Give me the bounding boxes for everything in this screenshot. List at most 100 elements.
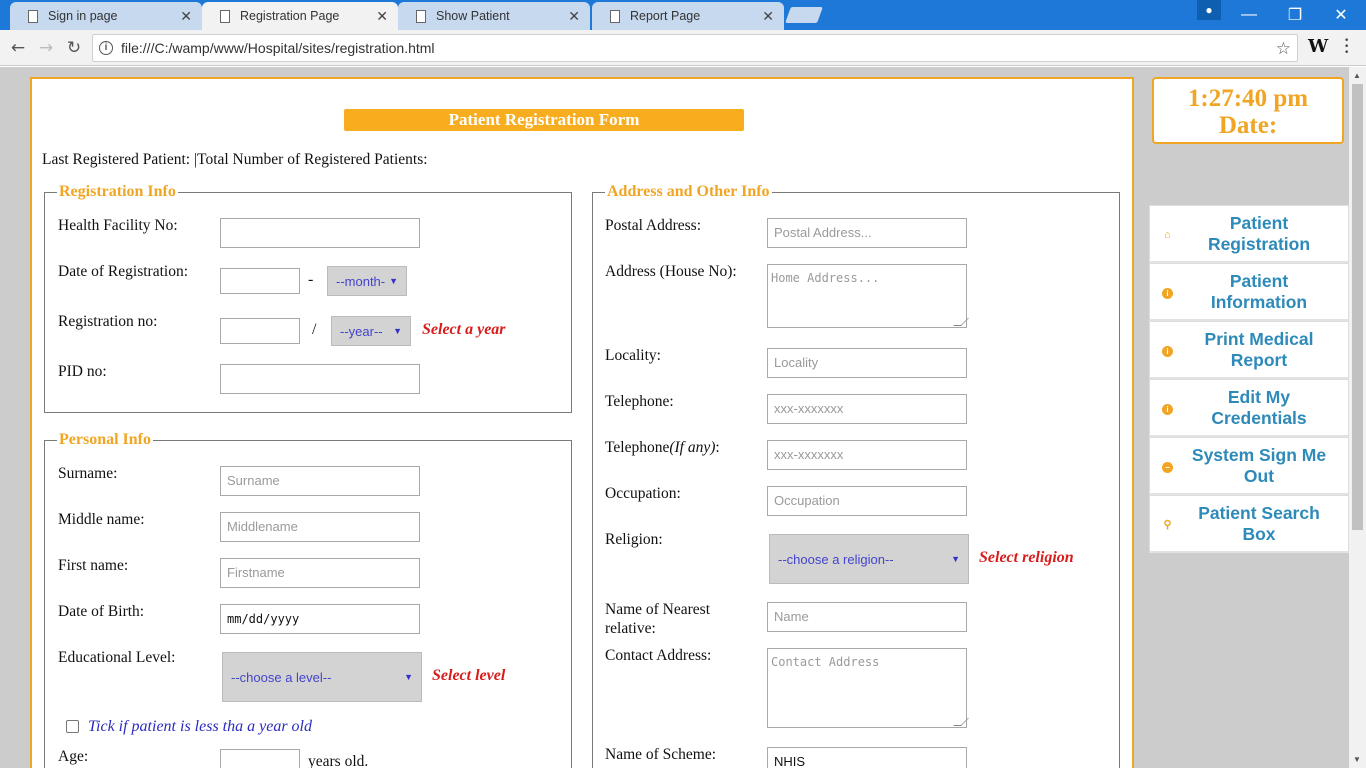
tab-title: Sign in page: [48, 9, 118, 23]
telephone-input[interactable]: xxx-xxxxxxx: [767, 394, 967, 424]
menu-item-label: System Sign Me Out: [1191, 444, 1327, 486]
address-bar[interactable]: i file:///C:/wamp/www/Hospital/sites/reg…: [92, 34, 1298, 62]
address-info-legend: Address and Other Info: [607, 183, 770, 200]
year-warning: Select a year: [422, 321, 506, 338]
education-select[interactable]: --choose a level-- ▼: [222, 652, 422, 702]
infant-checkbox[interactable]: [66, 720, 79, 733]
registration-day-input[interactable]: [220, 268, 300, 294]
menu-edit-credentials[interactable]: i Edit My Credentials: [1149, 379, 1349, 437]
close-icon[interactable]: ✕: [568, 8, 580, 25]
contact-address-textarea[interactable]: Contact Address: [767, 648, 969, 728]
registration-no-input[interactable]: [220, 318, 300, 344]
menu-print-medical-report[interactable]: i Print Medical Report: [1149, 321, 1349, 379]
page-icon: [28, 9, 38, 23]
date-of-registration-label: Date of Registration:: [58, 263, 188, 280]
vertical-scrollbar[interactable]: ▲ ▼: [1349, 67, 1366, 768]
menu-item-label: Patient Search Box: [1198, 502, 1320, 544]
locality-label: Locality:: [605, 347, 661, 364]
window-close-icon[interactable]: ✕: [1318, 0, 1364, 30]
menu-item-label: Patient Information: [1210, 270, 1308, 312]
resize-grip-icon[interactable]: [953, 718, 969, 726]
menu-patient-search[interactable]: ⚲ Patient Search Box: [1149, 495, 1349, 553]
minimize-icon[interactable]: —: [1226, 0, 1272, 30]
tab-registration[interactable]: Registration Page ✕: [202, 2, 398, 30]
tab-title: Report Page: [630, 9, 701, 23]
nearest-relative-input[interactable]: Name: [767, 602, 967, 632]
menu-patient-registration[interactable]: ⌂ Patient Registration: [1149, 205, 1349, 263]
user-profile-icon[interactable]: ●: [1197, 0, 1221, 20]
close-icon[interactable]: ✕: [180, 8, 192, 25]
menu-sign-out[interactable]: − System Sign Me Out: [1149, 437, 1349, 495]
telephone2-input[interactable]: xxx-xxxxxxx: [767, 440, 967, 470]
home-icon: ⌂: [1164, 229, 1171, 241]
scrollbar-thumb[interactable]: [1352, 84, 1363, 530]
menu-item-label: Print Medical Report: [1204, 328, 1314, 370]
nearest-relative-label: Name of Nearest relative:: [605, 601, 711, 637]
scroll-up-icon[interactable]: ▲: [1353, 71, 1361, 80]
health-facility-input[interactable]: [220, 218, 420, 248]
religion-warning: Select religion: [979, 549, 1074, 566]
tab-show-patient[interactable]: Show Patient ✕: [398, 2, 590, 30]
close-icon[interactable]: ✕: [376, 8, 388, 25]
registration-stats: Last Registered Patient: |Total Number o…: [42, 151, 428, 168]
registration-info-legend: Registration Info: [59, 183, 176, 200]
browser-toolbar: ← → ↻ i file:///C:/wamp/www/Hospital/sit…: [0, 30, 1366, 66]
info-icon[interactable]: i: [99, 41, 113, 55]
education-select-value: --choose a level--: [231, 669, 332, 685]
url-text: file:///C:/wamp/www/Hospital/sites/regis…: [121, 40, 435, 56]
resize-grip-icon[interactable]: [953, 318, 969, 326]
bookmark-star-icon[interactable]: ☆: [1276, 36, 1291, 62]
religion-select[interactable]: --choose a religion-- ▼: [769, 534, 969, 584]
age-input[interactable]: [220, 749, 300, 768]
telephone2-label-colon: :: [715, 439, 720, 456]
restore-icon[interactable]: ❐: [1272, 0, 1318, 30]
surname-label: Surname:: [58, 465, 118, 482]
contact-address-placeholder: Contact Address: [771, 655, 880, 669]
tab-sign-in[interactable]: Sign in page ✕: [10, 2, 202, 30]
middle-name-input[interactable]: Middlename: [220, 512, 420, 542]
page-icon: [220, 9, 230, 23]
date-separator: -: [308, 271, 314, 288]
month-select-value: --month-: [336, 273, 386, 289]
surname-input[interactable]: Surname: [220, 466, 420, 496]
new-tab-button[interactable]: [785, 7, 823, 23]
telephone-label: Telephone:: [605, 393, 674, 410]
pid-label: PID no:: [58, 363, 107, 380]
browser-tab-strip: Sign in page ✕ Registration Page ✕ Show …: [0, 0, 1366, 30]
close-icon[interactable]: ✕: [762, 8, 774, 25]
back-icon[interactable]: ←: [6, 36, 30, 60]
postal-address-input[interactable]: Postal Address...: [767, 218, 967, 248]
menu-item-label: Patient Registration: [1207, 212, 1311, 254]
first-name-input[interactable]: Firstname: [220, 558, 420, 588]
dob-input[interactable]: mm/dd/yyyy: [220, 604, 420, 634]
contact-address-label: Contact Address:: [605, 647, 712, 664]
scroll-down-icon[interactable]: ▼: [1353, 755, 1361, 764]
house-address-textarea[interactable]: Home Address...: [767, 264, 969, 328]
infant-checkbox-label: Tick if patient is less tha a year old: [88, 718, 312, 735]
page-viewport: Patient Registration Form Last Registere…: [0, 67, 1366, 768]
middle-name-label: Middle name:: [58, 511, 145, 528]
occupation-input[interactable]: Occupation: [767, 486, 967, 516]
telephone2-label: Telephone(If any):: [605, 438, 720, 457]
year-select-value: --year--: [340, 323, 383, 339]
pid-input[interactable]: [220, 364, 420, 394]
year-select[interactable]: --year-- ▼: [331, 316, 411, 346]
dropdown-arrow-icon: ▼: [951, 554, 960, 564]
scheme-input[interactable]: NHIS: [767, 747, 967, 768]
forward-icon[interactable]: →: [34, 36, 58, 60]
reload-icon[interactable]: ↻: [62, 36, 86, 60]
telephone2-label-text: Telephone: [605, 439, 670, 456]
locality-input[interactable]: Locality: [767, 348, 967, 378]
clock-date-label: Date:: [1218, 112, 1278, 139]
dropdown-arrow-icon: ▼: [393, 326, 402, 336]
tab-report[interactable]: Report Page ✕: [592, 2, 784, 30]
side-menu: ⌂ Patient Registration i Patient Informa…: [1149, 205, 1349, 553]
menu-patient-information[interactable]: i Patient Information: [1149, 263, 1349, 321]
info-icon: i: [1162, 346, 1173, 357]
browser-menu-icon[interactable]: · · ·: [1344, 33, 1349, 61]
dropdown-arrow-icon: ▼: [389, 276, 398, 286]
month-select[interactable]: --month- ▼: [327, 266, 407, 296]
health-facility-label: Health Facility No:: [58, 217, 178, 234]
extension-w-icon[interactable]: W: [1308, 36, 1328, 57]
page-icon: [610, 9, 620, 23]
